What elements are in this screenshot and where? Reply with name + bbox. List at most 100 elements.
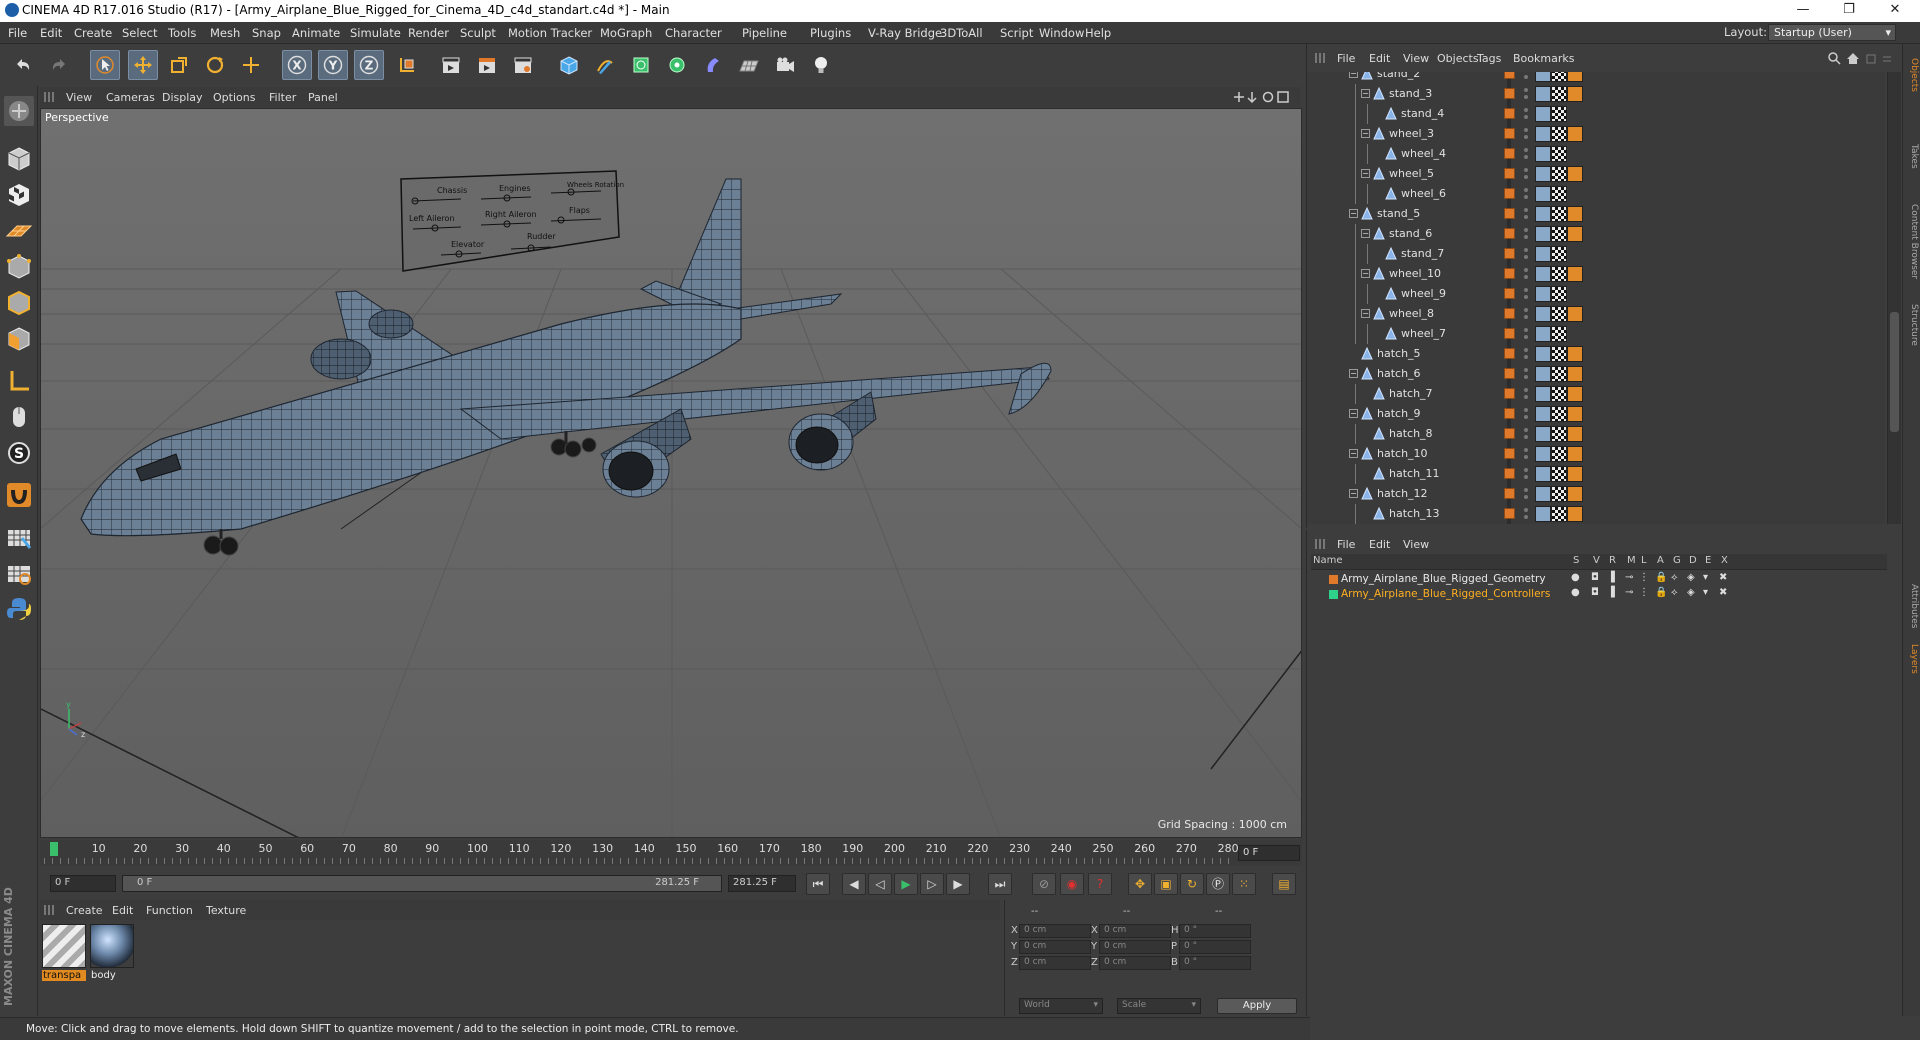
menu-plugins[interactable]: Plugins xyxy=(810,26,851,40)
menu-help[interactable]: Help xyxy=(1085,26,1111,40)
go-to-end-button[interactable]: ⏭ xyxy=(988,873,1012,895)
object-tag-icon[interactable] xyxy=(1551,466,1567,482)
object-menu-edit[interactable]: Edit xyxy=(1369,52,1390,65)
object-tag-icon[interactable] xyxy=(1535,466,1551,482)
layer-column-m[interactable]: M xyxy=(1627,555,1636,566)
object-tag-icon[interactable] xyxy=(1551,366,1567,382)
layer-flag-icon[interactable]: ● xyxy=(1571,572,1580,583)
layer-row[interactable]: Army_Airplane_Blue_Rigged_Geometry ● ◘ ▐ ⊸ ⋮ 🔒… xyxy=(1311,572,1887,587)
model-mode-button[interactable] xyxy=(4,144,34,174)
visibility-dots-icon[interactable] xyxy=(1523,166,1529,182)
play-button[interactable]: ▶ xyxy=(894,873,918,895)
object-tag-icon[interactable] xyxy=(1551,226,1567,242)
close-button[interactable]: ✕ xyxy=(1872,0,1918,22)
layer-column-s[interactable]: S xyxy=(1573,555,1579,566)
layer-flag-icon[interactable]: ✖ xyxy=(1719,572,1727,583)
object-row-hatch-8[interactable]: hatch_8 xyxy=(1307,424,1885,444)
live-select-button[interactable] xyxy=(236,50,266,80)
visibility-dots-icon[interactable] xyxy=(1523,206,1529,222)
visibility-dots-icon[interactable] xyxy=(1523,466,1529,482)
coord-size-field[interactable]: 0 cm xyxy=(1099,940,1171,954)
expand-toggle-icon[interactable]: − xyxy=(1349,449,1358,458)
layer-color-swatch[interactable] xyxy=(1504,368,1515,379)
layer-flag-icon[interactable]: ▐ xyxy=(1607,572,1615,583)
object-tag-icon[interactable] xyxy=(1535,386,1551,402)
menu-animate[interactable]: Animate xyxy=(292,26,340,40)
layer-color-swatch[interactable] xyxy=(1504,408,1515,419)
expand-toggle-icon[interactable]: − xyxy=(1361,89,1370,98)
object-tag-icon[interactable] xyxy=(1535,86,1551,102)
object-row-wheel-7[interactable]: wheel_7 xyxy=(1307,324,1885,344)
layer-menu-file[interactable]: File xyxy=(1337,538,1355,551)
coord-mode-select[interactable]: World ▾ xyxy=(1019,998,1103,1014)
object-tag-icon[interactable] xyxy=(1535,366,1551,382)
key-parameter-button[interactable]: Ⓟ xyxy=(1206,873,1230,895)
object-row-wheel-8[interactable]: − wheel_8 xyxy=(1307,304,1885,324)
layer-color-swatch[interactable] xyxy=(1504,388,1515,399)
viewport-nav-icons[interactable] xyxy=(1232,90,1296,104)
object-tag-icon[interactable] xyxy=(1567,126,1583,142)
object-tag-icon[interactable] xyxy=(1535,406,1551,422)
expand-toggle-icon[interactable]: − xyxy=(1361,169,1370,178)
viewport-menu-view[interactable]: View xyxy=(66,91,92,104)
object-tag-icon[interactable] xyxy=(1551,406,1567,422)
object-tag-icon[interactable] xyxy=(1567,346,1583,362)
object-row-wheel-5[interactable]: − wheel_5 xyxy=(1307,164,1885,184)
render-picture-viewer-button[interactable] xyxy=(472,50,502,80)
object-row-hatch-5[interactable]: hatch_5 xyxy=(1307,344,1885,364)
key-pla-button[interactable]: ⁙ xyxy=(1232,873,1256,895)
object-row-hatch-11[interactable]: hatch_11 xyxy=(1307,464,1885,484)
render-settings-button[interactable] xyxy=(508,50,538,80)
object-tag-icon[interactable] xyxy=(1567,206,1583,222)
object-row-wheel-10[interactable]: − wheel_10 xyxy=(1307,264,1885,284)
layer-color-swatch[interactable] xyxy=(1504,468,1515,479)
object-tag-icon[interactable] xyxy=(1551,446,1567,462)
material-menu-edit[interactable]: Edit xyxy=(112,904,133,917)
visibility-dots-icon[interactable] xyxy=(1523,506,1529,522)
edges-mode-button[interactable] xyxy=(4,288,34,318)
layer-column-r[interactable]: R xyxy=(1609,555,1616,566)
object-tag-icon[interactable] xyxy=(1567,386,1583,402)
visibility-dots-icon[interactable] xyxy=(1523,446,1529,462)
layer-column-a[interactable]: A xyxy=(1657,555,1664,566)
object-tag-icon[interactable] xyxy=(1551,486,1567,502)
magnet-button[interactable] xyxy=(4,480,34,510)
object-tag-icon[interactable] xyxy=(1535,72,1551,82)
object-row-hatch-10[interactable]: − hatch_10 xyxy=(1307,444,1885,464)
object-manager-tools[interactable] xyxy=(1827,51,1897,65)
layer-color-swatch[interactable] xyxy=(1504,208,1515,219)
menu-window[interactable]: Window xyxy=(1039,26,1084,40)
object-tag-icon[interactable] xyxy=(1535,226,1551,242)
visibility-dots-icon[interactable] xyxy=(1523,72,1529,82)
layer-column-name[interactable]: Name xyxy=(1313,555,1343,566)
layer-flag-icon[interactable]: ◈ xyxy=(1687,572,1695,583)
object-tag-icon[interactable] xyxy=(1551,86,1567,102)
layer-flag-icon[interactable]: ⟡ xyxy=(1671,572,1678,583)
visibility-dots-icon[interactable] xyxy=(1523,106,1529,122)
object-tag-icon[interactable] xyxy=(1535,286,1551,302)
expand-toggle-icon[interactable]: − xyxy=(1361,269,1370,278)
layer-color-swatch[interactable] xyxy=(1504,88,1515,99)
layout-select[interactable]: Startup (User) ▾ xyxy=(1768,24,1896,41)
dock-tab-structure[interactable]: Structure xyxy=(1905,304,1919,346)
coord-size-field[interactable]: 0 cm xyxy=(1099,924,1171,938)
visibility-dots-icon[interactable] xyxy=(1523,266,1529,282)
layer-flag-icon[interactable]: ⋮ xyxy=(1639,572,1649,583)
object-tag-icon[interactable] xyxy=(1567,446,1583,462)
layer-color-swatch[interactable] xyxy=(1504,428,1515,439)
visibility-dots-icon[interactable] xyxy=(1523,306,1529,322)
object-tag-icon[interactable] xyxy=(1551,286,1567,302)
object-tag-icon[interactable] xyxy=(1535,326,1551,342)
menu-pipeline[interactable]: Pipeline xyxy=(742,26,787,40)
layer-flag-icon[interactable]: ⋮ xyxy=(1639,587,1649,598)
visibility-dots-icon[interactable] xyxy=(1523,486,1529,502)
menu-tools[interactable]: Tools xyxy=(168,26,196,40)
y-axis-lock-button[interactable]: Y xyxy=(318,50,348,80)
motion-record-button[interactable]: ⊘ xyxy=(1032,873,1056,895)
record-button[interactable]: ◉ xyxy=(1060,873,1084,895)
object-row-hatch-13[interactable]: hatch_13 xyxy=(1307,504,1885,524)
object-row-stand-6[interactable]: − stand_6 xyxy=(1307,224,1885,244)
viewport-menu-panel[interactable]: Panel xyxy=(308,91,338,104)
object-tag-icon[interactable] xyxy=(1535,126,1551,142)
go-to-start-button[interactable]: ⏮ xyxy=(806,873,830,895)
